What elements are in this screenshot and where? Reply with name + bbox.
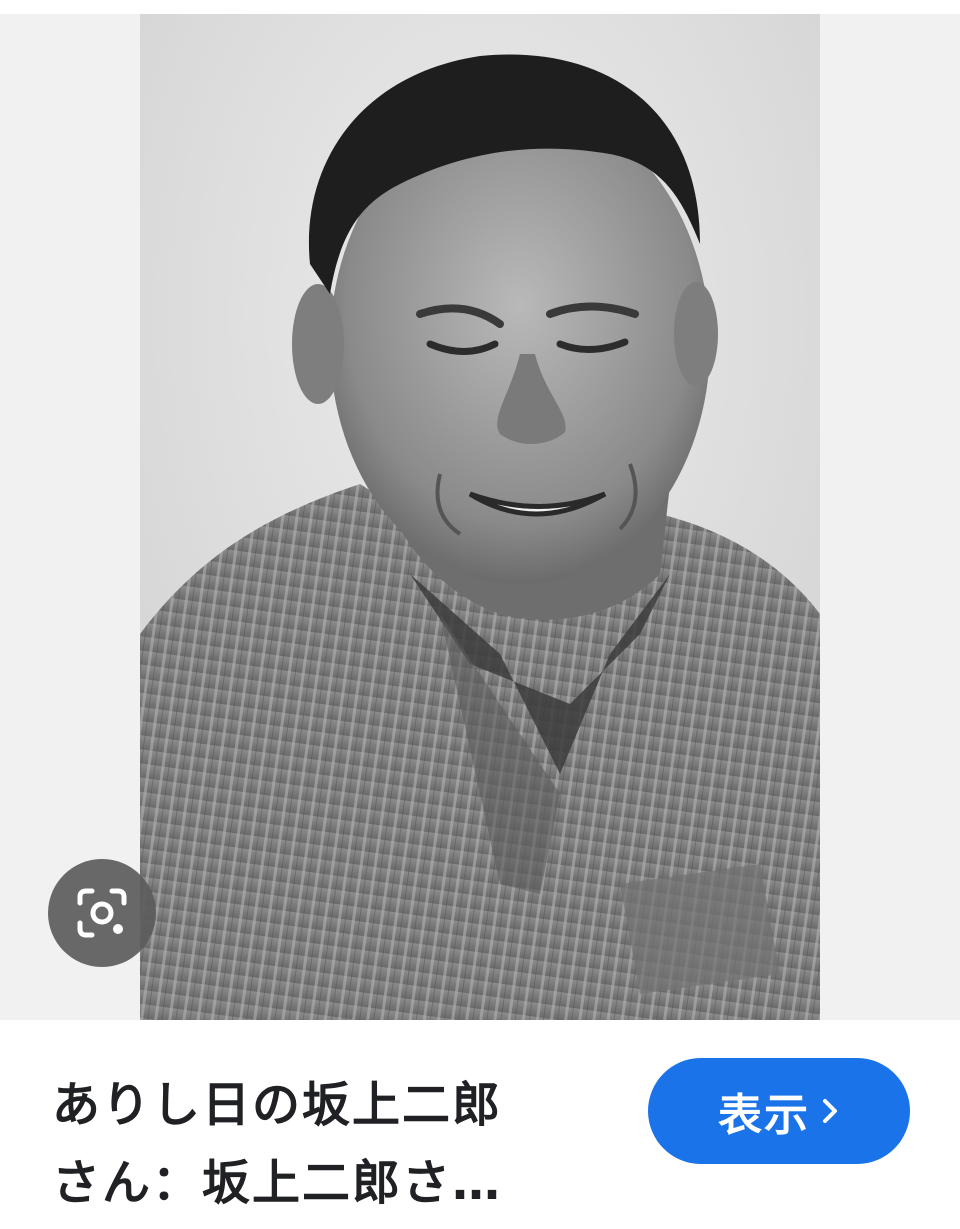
result-info-panel: ありし日の坂上二郎 さん：坂上二郎さ… 表示	[0, 1020, 960, 1229]
result-title-line2: さん：坂上二郎さ…	[52, 1155, 503, 1211]
google-lens-button[interactable]	[48, 859, 156, 967]
result-title[interactable]: ありし日の坂上二郎 さん：坂上二郎さ…	[52, 1066, 592, 1222]
google-lens-icon	[77, 888, 127, 938]
show-button[interactable]: 表示	[648, 1058, 910, 1164]
result-title-line1: ありし日の坂上二郎	[52, 1077, 503, 1133]
show-button-label: 表示	[718, 1090, 810, 1141]
portrait-photo	[140, 14, 820, 1020]
result-image[interactable]	[140, 14, 820, 1020]
chevron-right-icon	[820, 1096, 840, 1126]
image-viewer[interactable]	[0, 14, 960, 1020]
